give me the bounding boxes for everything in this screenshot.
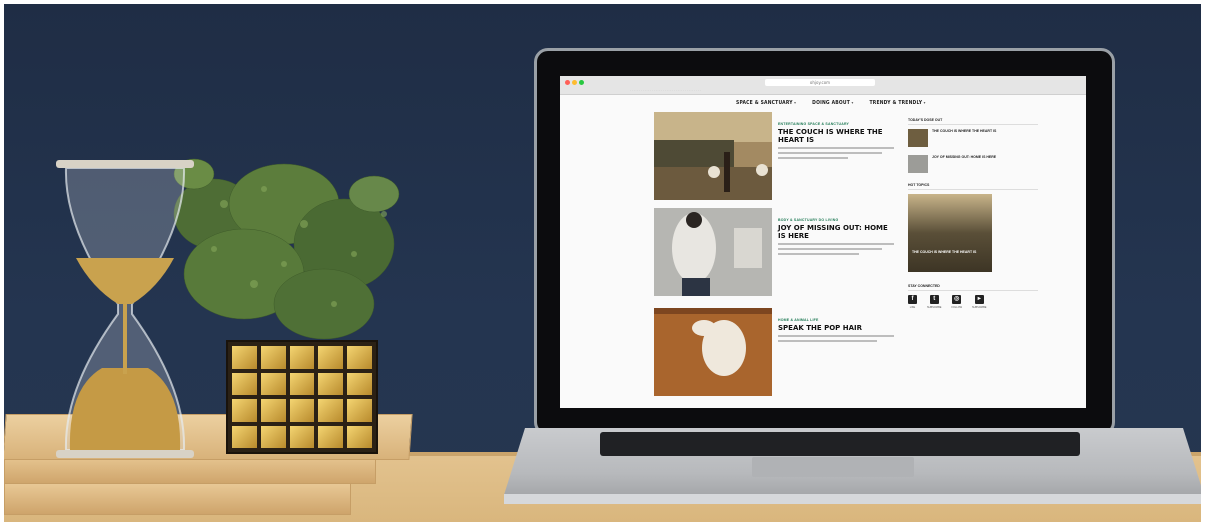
sidebar: TODAY'S DOSE OUT THE COUCH IS WHERE THE …	[908, 118, 1038, 309]
post-title[interactable]: JOY OF MISSING OUT: HOME IS HERE	[778, 224, 894, 240]
sidebar-item[interactable]: JOY OF MISSING OUT: HOME IS HERE	[908, 155, 1038, 173]
social-facebook[interactable]: f LIKE	[908, 295, 917, 309]
book-middle	[4, 456, 376, 484]
post-title[interactable]: SPEAK THE POP HAIR	[778, 324, 894, 332]
laptop-keyboard	[600, 432, 1080, 456]
browser-chrome: ohjoy.com · · · · · · · · · · · · · · · …	[560, 76, 1086, 95]
hot-topic-caption: THE COUCH IS WHERE THE HEART IS	[912, 250, 977, 254]
close-icon[interactable]	[565, 80, 570, 85]
post-card[interactable]: HOME & ANIMAL LIFE SPEAK THE POP HAIR	[654, 308, 894, 398]
laptop-trackpad	[752, 457, 914, 477]
nav-item[interactable]: TRENDY & TRENDLY	[870, 100, 926, 106]
address-bar[interactable]: ohjoy.com	[765, 79, 875, 86]
post-title[interactable]: THE COUCH IS WHERE THE HEART IS	[778, 128, 894, 144]
social-links: f LIKE t SUBSCRIBE ◎ FOLLOW ▸ SUBSCRIBE	[908, 295, 1038, 309]
instagram-icon: ◎	[952, 295, 962, 304]
bookmarks-bar: · · · · · · · · · · · · · · · · · · · · …	[630, 88, 701, 92]
social-youtube[interactable]: ▸ SUBSCRIBE	[972, 295, 986, 309]
sidebar-item-title[interactable]: JOY OF MISSING OUT: HOME IS HERE	[932, 155, 996, 173]
post-card[interactable]: ENTERTAINING SPACE & SANCTUARY THE COUCH…	[654, 112, 894, 202]
maximize-icon[interactable]	[579, 80, 584, 85]
sidebar-item-title[interactable]: THE COUCH IS WHERE THE HEART IS	[932, 129, 996, 147]
post-kicker: HOME & ANIMAL LIFE	[778, 318, 819, 322]
social-instagram[interactable]: ◎ FOLLOW	[951, 295, 962, 309]
hot-topic-card[interactable]: THE COUCH IS WHERE THE HEART IS	[908, 194, 992, 272]
laptop-screen: ohjoy.com · · · · · · · · · · · · · · · …	[560, 76, 1086, 408]
laptop-base-lip	[504, 494, 1201, 504]
post-card[interactable]: BODY & SANCTUARY DO LIVING JOY OF MISSIN…	[654, 208, 894, 298]
youtube-icon: ▸	[974, 295, 984, 304]
sidebar-heading: HOT TOPICS	[908, 183, 1038, 190]
twitter-icon: t	[929, 295, 939, 304]
sidebar-heading: STAY CONNECTED	[908, 284, 1038, 291]
post-kicker: BODY & SANCTUARY DO LIVING	[778, 218, 839, 222]
post-image-cat	[654, 308, 772, 396]
nav-item[interactable]: SPACE & SANCTUARY	[736, 100, 796, 106]
sidebar-heading: TODAY'S DOSE OUT	[908, 118, 1038, 125]
nav-item[interactable]: DOING ABOUT	[812, 100, 853, 106]
social-twitter[interactable]: t SUBSCRIBE	[927, 295, 941, 309]
hourglass	[56, 160, 194, 458]
post-image-reading	[654, 208, 772, 296]
post-image-living-room	[654, 112, 772, 200]
post-kicker: ENTERTAINING SPACE & SANCTUARY	[778, 122, 850, 126]
minimize-icon[interactable]	[572, 80, 577, 85]
photo-scene: ohjoy.com · · · · · · · · · · · · · · · …	[4, 4, 1201, 522]
site-nav: SPACE & SANCTUARY DOING ABOUT TRENDY & T…	[736, 100, 926, 106]
book-bottom	[4, 483, 351, 515]
mirrored-plant-pot	[226, 340, 378, 454]
sidebar-item[interactable]: THE COUCH IS WHERE THE HEART IS	[908, 129, 1038, 147]
facebook-icon: f	[908, 295, 917, 304]
